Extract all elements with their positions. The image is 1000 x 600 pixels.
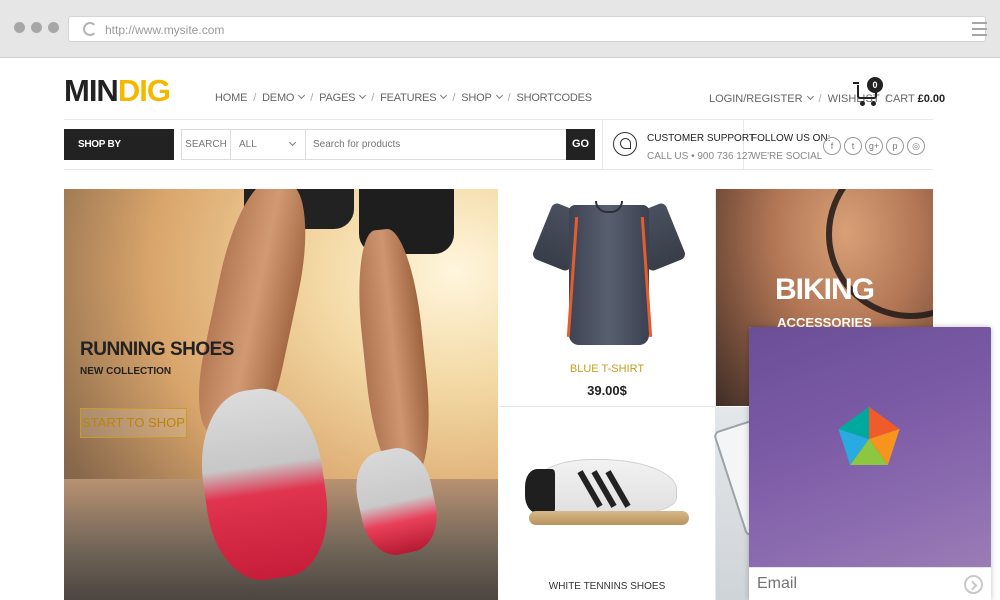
divider — [499, 406, 715, 407]
product-name[interactable]: WHITE TENNINS SHOES — [499, 581, 715, 592]
popup-background — [749, 327, 991, 567]
email-input[interactable] — [757, 573, 952, 595]
web-page: MINDIG HOME / DEMO / PAGES / FEATURES / … — [1, 59, 999, 600]
search-input[interactable] — [307, 130, 565, 159]
hero-banner-running-shoes[interactable]: RUNNING SHOES NEW COLLECTION START TO SH… — [64, 189, 498, 600]
banner-title: BIKING — [775, 273, 875, 306]
window-maximize-dot[interactable] — [48, 22, 59, 33]
cart-summary: CART £0.00 — [885, 93, 946, 105]
chevron-down-icon — [298, 91, 306, 100]
newsletter-popup — [749, 327, 991, 600]
product-name[interactable]: BLUE T-SHIRT — [499, 363, 715, 375]
product-card-white-tennis-shoes[interactable]: WHITE TENNINS SHOES — [499, 407, 715, 600]
address-bar[interactable]: http://www.mysite.com — [68, 16, 986, 42]
chevron-down-icon — [495, 91, 503, 100]
divider — [602, 119, 603, 169]
nav-item-shortcodes[interactable]: SHORTCODES — [516, 92, 592, 104]
search-go-button[interactable]: GO — [566, 129, 595, 160]
browser-chrome: http://www.mysite.com — [0, 0, 1000, 58]
main-nav: HOME / DEMO / PAGES / FEATURES / SHOP / … — [215, 91, 592, 104]
sneaker-image — [525, 451, 690, 531]
browser-menu-icon[interactable] — [972, 22, 987, 40]
hero-subtitle: NEW COLLECTION — [80, 366, 172, 377]
social-links: f t g+ p ◎ — [823, 137, 925, 155]
chevron-down-icon — [440, 91, 448, 100]
nav-item-pages[interactable]: PAGES — [319, 91, 367, 104]
chevron-down-icon — [136, 168, 144, 177]
cart-count-badge: 0 — [867, 77, 883, 93]
window-controls — [14, 22, 59, 33]
search-label: SEARCH — [182, 130, 231, 159]
site-logo[interactable]: MINDIG — [64, 74, 171, 108]
chevron-down-icon — [359, 91, 367, 100]
product-card-blue-tshirt[interactable]: BLUE T-SHIRT 39.00$ — [499, 189, 715, 406]
category-select[interactable]: ALL — [231, 130, 306, 159]
customer-support: CUSTOMER SUPPORT CALL US • 900 736 127 — [647, 130, 755, 166]
brand-logo-icon — [838, 406, 900, 466]
google-plus-icon[interactable]: g+ — [865, 137, 883, 155]
url-text[interactable]: http://www.mysite.com — [105, 23, 224, 37]
hero-title: RUNNING SHOES — [80, 339, 234, 360]
shop-by-category-button[interactable]: SHOP BY CATEGORY — [64, 129, 174, 181]
facebook-icon[interactable]: f — [823, 137, 841, 155]
login-register-link[interactable]: LOGIN/REGISTER — [709, 92, 814, 105]
divider — [64, 119, 933, 120]
window-minimize-dot[interactable] — [31, 22, 42, 33]
support-phone[interactable]: CALL US • 900 736 127 — [647, 148, 755, 166]
product-price: 39.00$ — [587, 383, 627, 398]
nav-item-home[interactable]: HOME — [215, 92, 247, 104]
cart-button[interactable]: 0 CART £0.00 — [853, 77, 945, 107]
instagram-icon[interactable]: ◎ — [907, 137, 925, 155]
nav-item-demo[interactable]: DEMO — [262, 91, 306, 104]
pinterest-icon[interactable]: p — [886, 137, 904, 155]
email-signup — [749, 567, 991, 600]
nav-item-features[interactable]: FEATURES — [380, 91, 448, 104]
chevron-down-icon — [806, 92, 814, 101]
nav-item-shop[interactable]: SHOP — [461, 91, 503, 104]
chevron-down-icon — [288, 138, 297, 147]
start-to-shop-button[interactable]: START TO SHOP — [80, 408, 187, 438]
support-icon — [613, 132, 637, 156]
divider — [64, 169, 933, 170]
window-close-dot[interactable] — [14, 22, 25, 33]
tshirt-image — [531, 197, 687, 345]
reload-icon[interactable] — [83, 22, 97, 36]
twitter-icon[interactable]: t — [844, 137, 862, 155]
submit-arrow-icon[interactable] — [964, 575, 983, 594]
follow-us: FOLLOW US ON: WE'RE SOCIAL — [751, 133, 831, 162]
product-search-form: SEARCH ALL GO — [181, 129, 595, 160]
